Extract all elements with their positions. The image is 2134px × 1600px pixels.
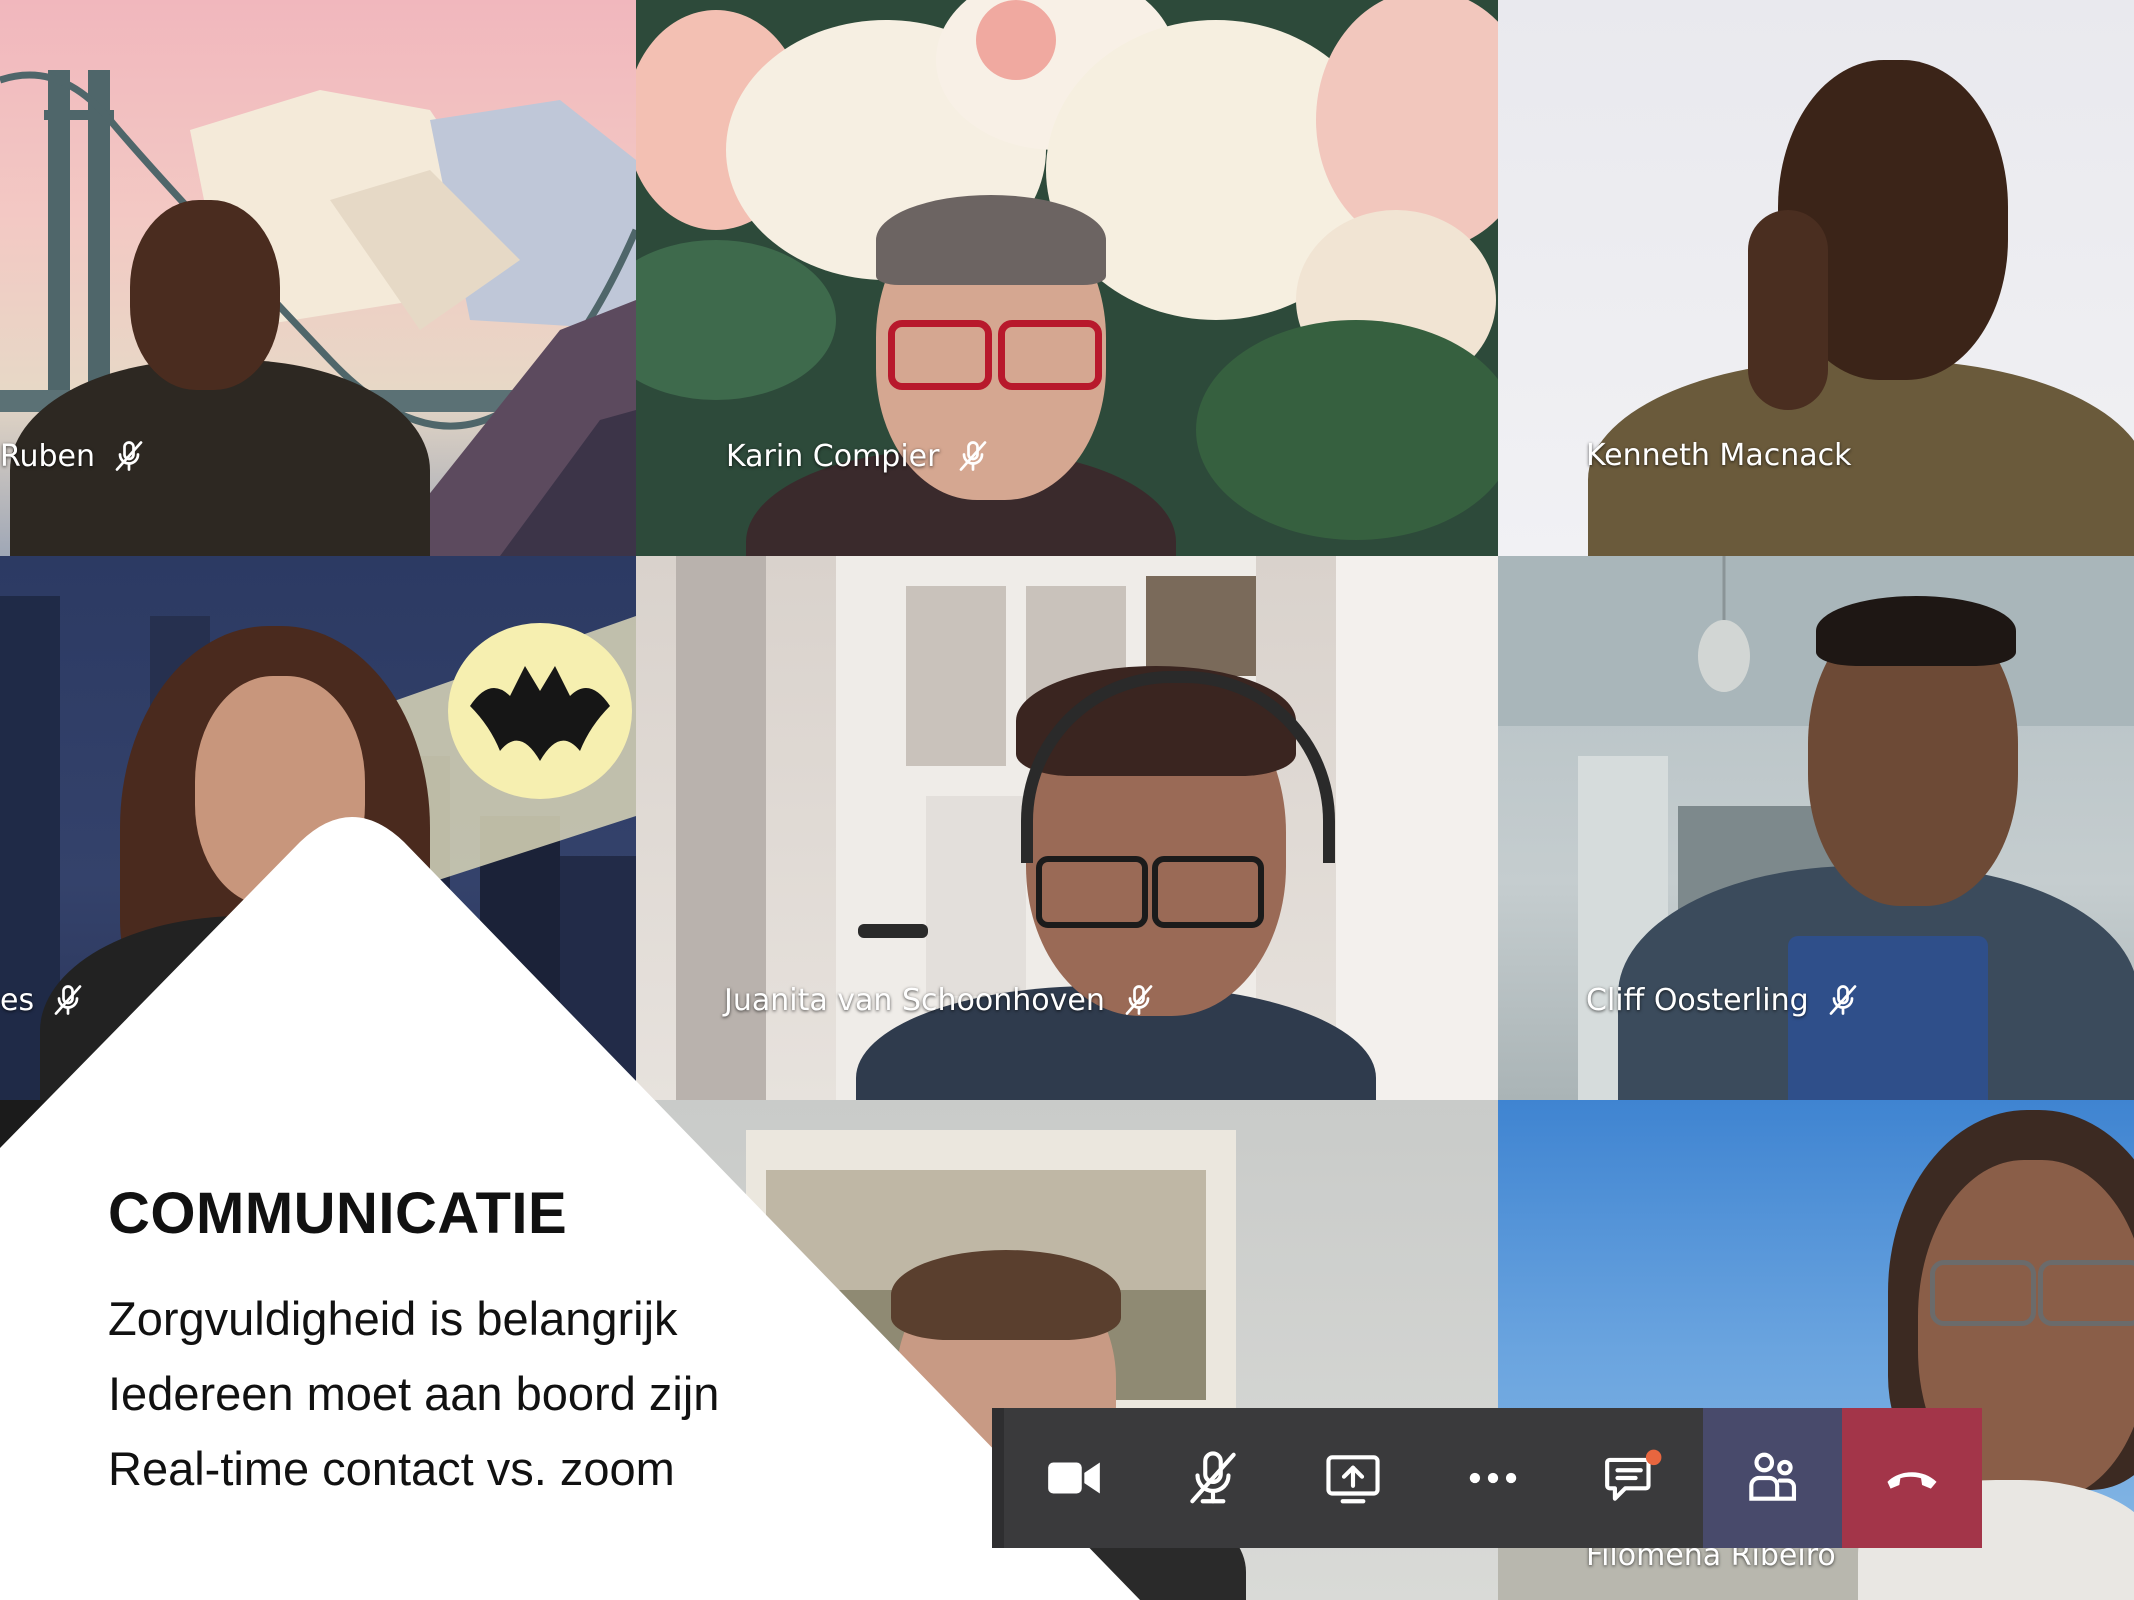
- participant-name: es: [0, 982, 35, 1018]
- participant-name-tag: Ruben: [0, 438, 147, 474]
- video-tile-es[interactable]: es: [0, 556, 636, 1100]
- slide-line: Zorgvuldigheid is belangrijk: [108, 1292, 678, 1345]
- meeting-slide: Ruben Karin Compier Kenneth Macnack es J…: [0, 0, 2134, 1600]
- mic-off-icon: [1829, 985, 1857, 1015]
- participant-name-tag: Juanita van Schoonhoven: [724, 982, 1157, 1018]
- participant-name: Ruben: [0, 438, 96, 474]
- video-tile-juanita-van-schoonhoven[interactable]: Juanita van Schoonhoven: [636, 556, 1498, 1100]
- slide-line: Iedereen moet aan boord zijn: [108, 1367, 720, 1420]
- participant-name: Juanita van Schoonhoven: [724, 982, 1105, 1018]
- video-tile-ruben[interactable]: Ruben: [0, 0, 636, 556]
- video-tile-kenneth-macnack[interactable]: Kenneth Macnack: [1498, 0, 2134, 556]
- mic-off-icon: [115, 441, 143, 471]
- camera-button[interactable]: [1003, 1408, 1144, 1548]
- participant-name-tag: Karin Compier: [726, 438, 991, 474]
- more-options-button[interactable]: [1423, 1408, 1563, 1548]
- slide-line: Real-time contact vs. zoom: [108, 1442, 675, 1495]
- mic-off-icon: [54, 985, 82, 1015]
- share-screen-button[interactable]: [1283, 1408, 1424, 1548]
- chat-button[interactable]: [1562, 1408, 1703, 1548]
- participant-name: Kenneth Macnack: [1586, 438, 1852, 473]
- slide-text: COMMUNICATIE Zorgvuldigheid is belangrij…: [108, 1180, 719, 1506]
- toolbar-divider: [992, 1408, 1004, 1548]
- hang-up-button[interactable]: [1842, 1408, 1983, 1548]
- participants-button[interactable]: [1702, 1408, 1843, 1548]
- mic-off-icon: [1190, 1451, 1237, 1504]
- mic-off-icon: [960, 441, 987, 471]
- video-tile-karin-compier[interactable]: Karin Compier: [636, 0, 1498, 556]
- participant-name-tag: Kenneth Macnack: [1586, 438, 1851, 473]
- meeting-toolbar: [992, 1408, 1983, 1548]
- mute-button[interactable]: [1143, 1408, 1284, 1548]
- participant-name-tag: Cliff Oosterling: [1586, 982, 1861, 1018]
- camera-icon: [1047, 1462, 1100, 1494]
- hang-up-icon: [1887, 1472, 1937, 1489]
- slide-title: COMMUNICATIE: [108, 1181, 568, 1246]
- participant-name: Karin Compier: [726, 438, 940, 474]
- video-tile-cliff-oosterling[interactable]: Cliff Oosterling: [1498, 556, 2134, 1100]
- participant-name: Cliff Oosterling: [1586, 982, 1809, 1018]
- participant-name-tag: es: [0, 982, 86, 1018]
- chat-icon: [1604, 1449, 1662, 1501]
- mic-off-icon: [1125, 985, 1153, 1015]
- share-screen-icon: [1326, 1455, 1380, 1504]
- participants-icon: [1749, 1452, 1797, 1501]
- more-icon: [1469, 1472, 1517, 1484]
